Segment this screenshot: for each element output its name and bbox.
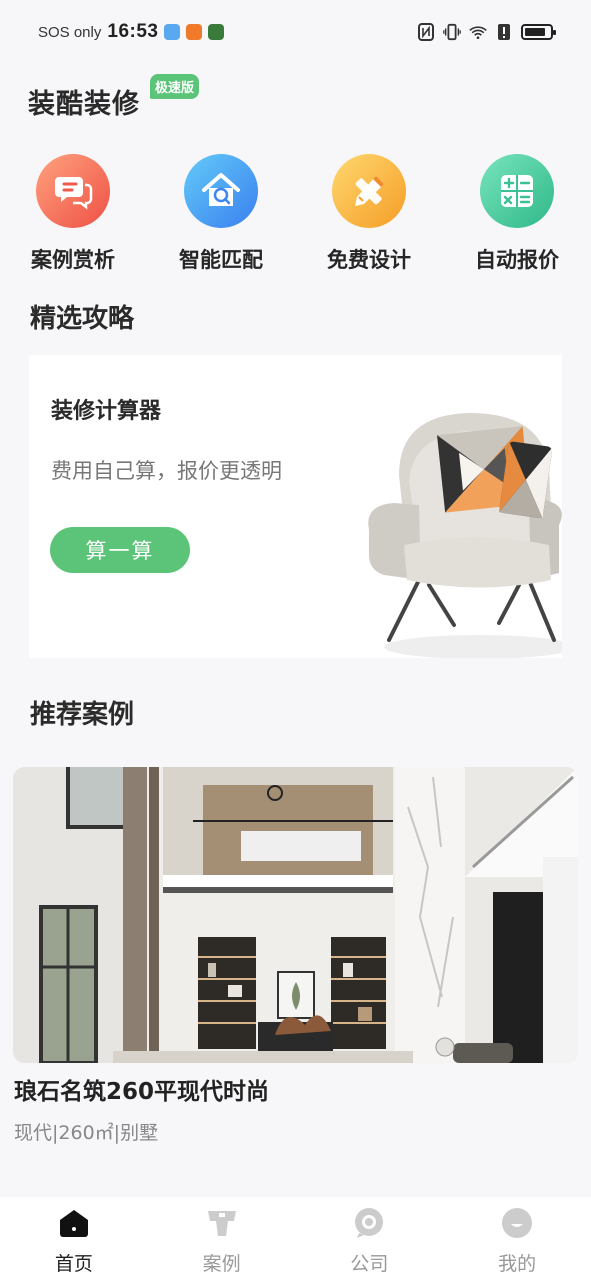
carrier-label: SOS only [38, 23, 102, 41]
calculator-card-title: 装修计算器 [51, 399, 162, 424]
tab-label: 我的 [498, 1253, 537, 1275]
alert-icon [495, 23, 513, 41]
section-title-featured: 精选攻略 [30, 304, 135, 334]
case-meta: 现代|260㎡|别墅 [14, 1122, 159, 1144]
quick-item-smart-match[interactable]: 智能匹配 [161, 150, 281, 274]
quick-item-auto-quote[interactable]: 自动报价 [457, 150, 577, 274]
chat-bubble-icon [36, 154, 110, 228]
tab-cases[interactable]: 案例 [148, 1197, 296, 1280]
quick-item-label: 免费设计 [327, 248, 411, 272]
notification-app-icon [208, 24, 225, 40]
notification-app-icon [186, 24, 203, 40]
quick-item-label: 自动报价 [475, 248, 559, 272]
home-icon [58, 1207, 90, 1239]
status-bar-left: SOS only 16:53 [38, 21, 225, 43]
quick-item-free-design[interactable]: 免费设计 [309, 150, 429, 274]
quick-menu: 案例赏析 智能匹配 免费设计 自动报价 [0, 150, 591, 280]
notification-app-icon [164, 24, 181, 40]
calculator-icon [480, 154, 554, 228]
nfc-icon [417, 23, 435, 41]
clock: 16:53 [107, 21, 159, 42]
company-icon [353, 1207, 385, 1239]
vibrate-icon [443, 23, 461, 41]
calculator-card-subtitle: 费用自己算，报价更透明 [51, 459, 282, 483]
logo-text: 装酷装修 [28, 89, 140, 120]
profile-icon [501, 1207, 533, 1239]
status-bar-right [417, 23, 556, 41]
calculate-button[interactable]: 算一算 [50, 527, 190, 573]
case-cover-image[interactable] [13, 767, 578, 1063]
house-search-icon [184, 154, 258, 228]
case-title[interactable]: 琅石名筑260平现代时尚 [14, 1072, 269, 1106]
pencil-ruler-icon [332, 154, 406, 228]
quick-item-label: 智能匹配 [179, 248, 263, 272]
tab-profile[interactable]: 我的 [443, 1197, 591, 1280]
tab-label: 案例 [202, 1253, 241, 1275]
battery-level [525, 28, 546, 36]
tab-home[interactable]: 首页 [0, 1197, 148, 1280]
bottom-tab-bar: 首页 案例 公司 我的 [0, 1197, 591, 1280]
armchair-image [368, 413, 562, 658]
battery-icon [521, 24, 556, 40]
wifi-icon [469, 23, 487, 41]
tab-label: 首页 [54, 1253, 93, 1275]
status-bar: SOS only 16:53 [0, 0, 591, 64]
calculator-card[interactable]: 装修计算器 费用自己算，报价更透明 算一算 [29, 355, 562, 658]
case-icon [206, 1207, 238, 1239]
logo-badge: 极速版 [150, 74, 200, 99]
quick-item-label: 案例赏析 [31, 248, 115, 272]
tab-company[interactable]: 公司 [296, 1197, 444, 1280]
tab-label: 公司 [350, 1253, 389, 1275]
interior-photo [13, 767, 578, 1063]
quick-item-case-appreciation[interactable]: 案例赏析 [13, 150, 133, 274]
section-title-recommended: 推荐案例 [30, 700, 135, 730]
